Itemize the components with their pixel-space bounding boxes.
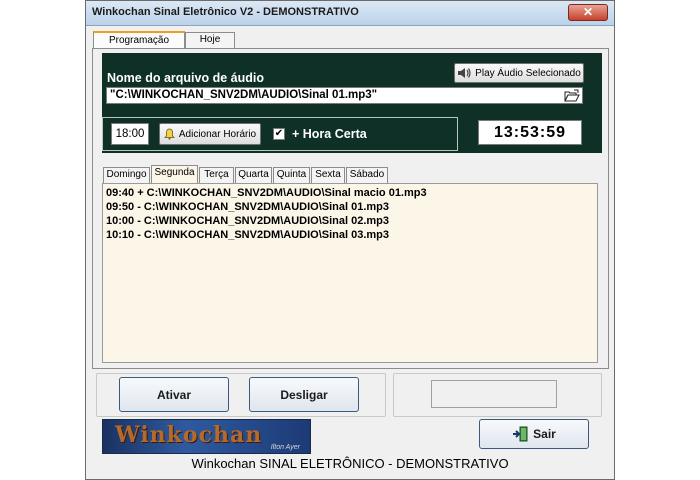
tab-quinta-label: Quinta (276, 169, 307, 180)
status-bar-text: Winkochan SINAL ELETRÔNICO - DEMONSTRATI… (191, 456, 509, 471)
close-icon: ✕ (582, 5, 594, 19)
list-item[interactable]: 09:40 + C:\WINKOCHAN_SNV2DM\AUDIO\Sinal … (106, 186, 594, 200)
exit-door-icon (513, 426, 528, 442)
list-item[interactable]: 10:00 - C:\WINKOCHAN_SNV2DM\AUDIO\Sinal … (106, 214, 594, 228)
exit-label: Sair (533, 427, 556, 441)
app-window: Winkochan Sinal Eletrônico V2 - DEMONSTR… (85, 0, 615, 480)
close-button[interactable]: ✕ (568, 4, 608, 21)
tab-programacao[interactable]: Programação (93, 31, 185, 49)
hora-certa-label: + Hora Certa (292, 127, 367, 141)
shutdown-label: Desligar (280, 387, 328, 402)
schedule-list[interactable]: 09:40 + C:\WINKOCHAN_SNV2DM\AUDIO\Sinal … (102, 183, 598, 363)
tab-quarta-label: Quarta (238, 169, 269, 180)
time-input[interactable]: 18:00 (111, 123, 149, 145)
logo-text: Winkochan (115, 422, 263, 448)
title-bar: Winkochan Sinal Eletrônico V2 - DEMONSTR… (86, 1, 614, 26)
time-input-value: 18:00 (115, 128, 145, 140)
tab-sabado[interactable]: Sábado (346, 167, 388, 183)
activate-label: Ativar (156, 387, 191, 402)
bell-icon (163, 128, 175, 140)
tab-segunda-label: Segunda (154, 167, 195, 178)
tab-terca[interactable]: Terça (199, 167, 234, 183)
tab-quinta[interactable]: Quinta (273, 167, 310, 183)
tab-hoje[interactable]: Hoje (185, 32, 235, 48)
browse-folder-button[interactable] (564, 89, 580, 106)
hora-certa-checkbox[interactable]: ✔ (273, 128, 285, 140)
list-item[interactable]: 10:10 - C:\WINKOCHAN_SNV2DM\AUDIO\Sinal … (106, 228, 594, 242)
status-bar: Winkochan SINAL ELETRÔNICO - DEMONSTRATI… (86, 456, 614, 471)
schedule-frame: 18:00 Adicionar Horário ✔ + Hora Certa (102, 117, 458, 151)
tab-terca-label: Terça (204, 169, 229, 180)
tab-domingo[interactable]: Domingo (103, 167, 150, 183)
clock-value: 13:53:59 (493, 124, 567, 141)
audio-file-label: Nome do arquivo de áudio (107, 71, 264, 85)
logo-subtitle: Ilton Ayer (270, 444, 300, 451)
winkochan-logo: Winkochan Ilton Ayer (102, 419, 311, 454)
tab-sabado-label: Sábado (349, 169, 385, 180)
audio-path-value: "C:\WINKOCHAN_SNV2DM\AUDIO\Sinal 01.mp3" (110, 89, 378, 101)
clock-display: 13:53:59 (478, 120, 582, 145)
tab-quarta[interactable]: Quarta (235, 167, 272, 183)
speaker-icon (458, 68, 471, 78)
tab-programacao-label: Programação (108, 35, 170, 46)
tab-sexta[interactable]: Sexta (311, 167, 345, 183)
tab-domingo-label: Domingo (106, 169, 147, 180)
audio-path-field[interactable]: "C:\WINKOCHAN_SNV2DM\AUDIO\Sinal 01.mp3" (106, 87, 583, 104)
exit-button[interactable]: Sair (479, 419, 589, 449)
status-field (431, 380, 557, 408)
play-audio-label: Play Áudio Selecionado (475, 67, 581, 79)
shutdown-button[interactable]: Desligar (249, 377, 359, 412)
tab-sexta-label: Sexta (315, 169, 341, 180)
play-audio-button[interactable]: Play Áudio Selecionado (454, 63, 584, 83)
activate-button[interactable]: Ativar (119, 377, 229, 412)
add-time-button[interactable]: Adicionar Horário (159, 123, 261, 145)
folder-open-icon (564, 89, 580, 102)
window-title: Winkochan Sinal Eletrônico V2 - DEMONSTR… (92, 6, 359, 18)
audio-settings-panel: Nome do arquivo de áudio Play Áudio Sele… (102, 53, 602, 153)
tab-segunda[interactable]: Segunda (151, 165, 198, 183)
add-time-label: Adicionar Horário (178, 128, 257, 140)
tab-hoje-label: Hoje (199, 34, 221, 45)
checkmark-icon: ✔ (274, 128, 284, 139)
list-item[interactable]: 09:50 - C:\WINKOCHAN_SNV2DM\AUDIO\Sinal … (106, 200, 594, 214)
